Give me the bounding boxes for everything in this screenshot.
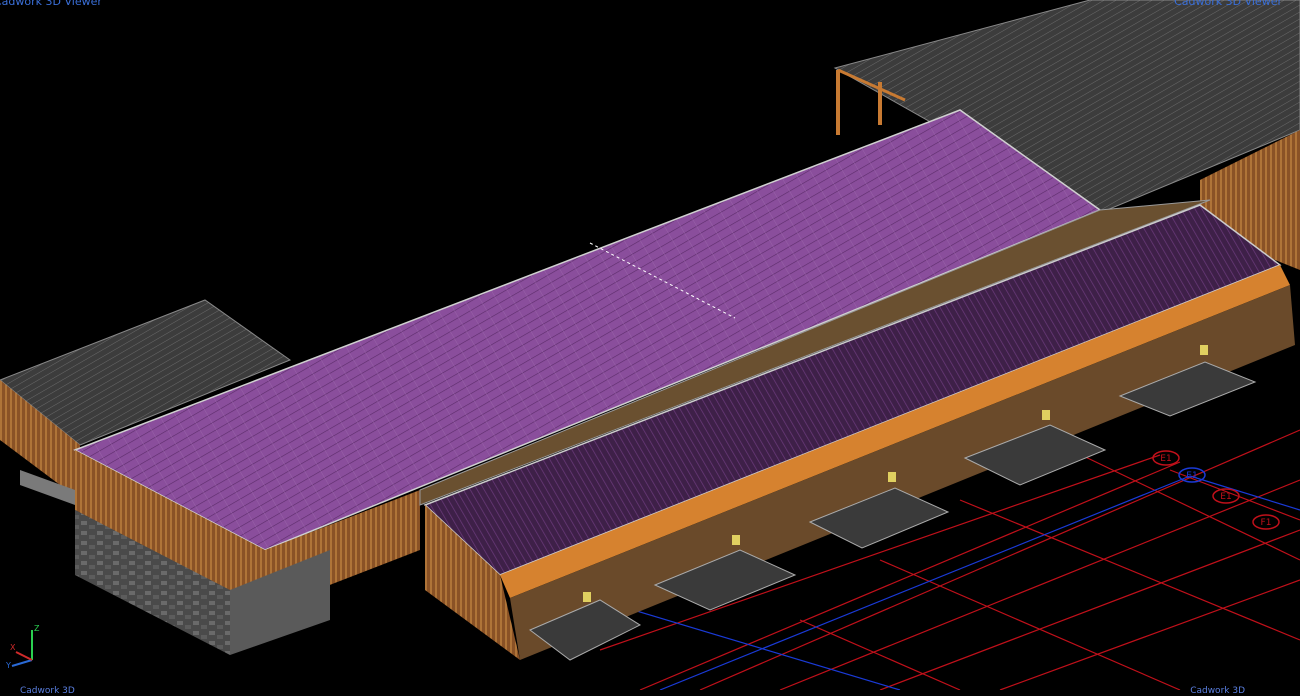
viewer-footer-left: Cadwork 3D [20, 686, 75, 696]
svg-text:E1: E1 [1186, 471, 1197, 481]
axis-triad: Z Y X [5, 624, 40, 670]
grid-bubble-4: F1 [1252, 514, 1280, 530]
building-model[interactable]: E1 E1 E1 F1 [0, 0, 1300, 690]
x-axis-label: X [10, 643, 16, 652]
3d-viewport[interactable]: E1 E1 E1 F1 Z Y X Cadwork 3D Viewer Cadw… [0, 0, 1300, 696]
y-axis-label: Y [5, 661, 11, 670]
grid-bubble-1: E1 [1152, 450, 1180, 466]
svg-text:E1: E1 [1160, 454, 1171, 464]
viewer-footer-right: Cadwork 3D [1190, 686, 1245, 696]
svg-text:F1: F1 [1261, 518, 1272, 528]
viewer-title-left: Cadwork 3D Viewer [0, 0, 102, 8]
viewer-title-right: Cadwork 3D Viewer [1174, 0, 1282, 8]
svg-text:E1: E1 [1220, 492, 1231, 502]
z-axis-label: Z [34, 624, 40, 633]
grid-bubble-3: E1 [1212, 488, 1240, 504]
